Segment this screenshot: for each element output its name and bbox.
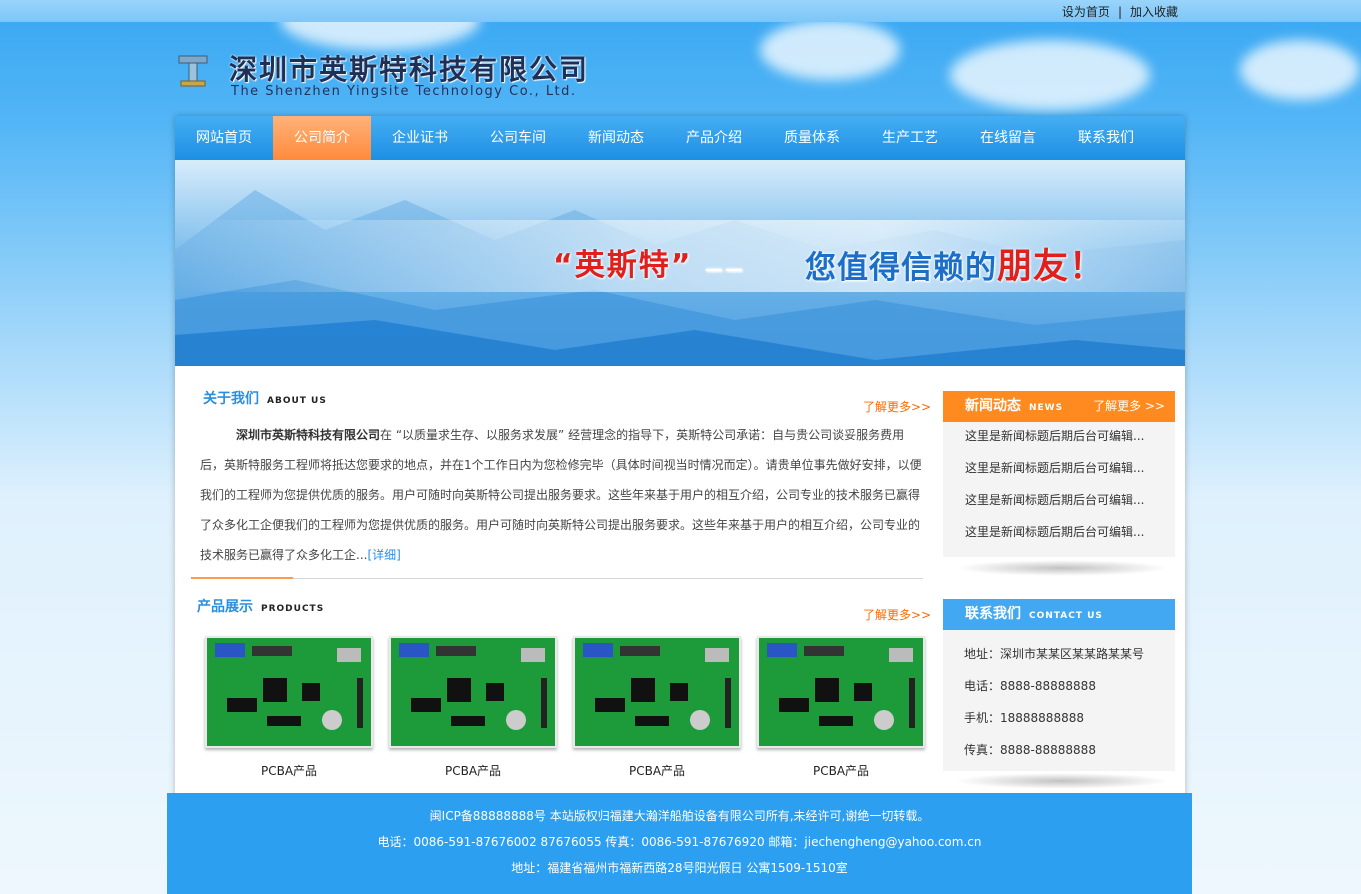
contact-list: 地址：深圳市某某区某某路某某号 电话：8888-88888888 手机：1888… (943, 630, 1175, 766)
nav-item-about[interactable]: 公司简介 (273, 116, 371, 160)
pcb-board-icon (399, 643, 547, 730)
panel-shadow (955, 560, 1169, 576)
news-title-cn: 新闻动态 (965, 398, 1021, 414)
about-text: 深圳市英斯特科技有限公司在 “以质量求生存、以服务求发展” 经营理念的指导下，英… (200, 420, 922, 570)
company-name-en: The Shenzhen Yingsite Technology Co., Lt… (231, 84, 577, 99)
about-more-link[interactable]: 了解更多>> (863, 398, 931, 415)
news-item[interactable]: 这里是新闻标题后期后台可编辑... (965, 454, 1175, 486)
main-container: 网站首页 公司简介 企业证书 公司车间 新闻动态 产品介绍 质量体系 生产工艺 … (175, 116, 1185, 796)
product-card[interactable]: PCBA产品 (197, 636, 381, 779)
about-title-cn: 关于我们 (203, 391, 259, 407)
about-company-name: 深圳市英斯特科技有限公司 (236, 428, 381, 442)
pcb-board-icon (583, 643, 731, 730)
news-title-en: NEWS (1029, 403, 1064, 413)
product-card[interactable]: PCBA产品 (565, 636, 749, 779)
products-more-link[interactable]: 了解更多>> (863, 606, 931, 623)
nav-item-news[interactable]: 新闻动态 (567, 116, 665, 160)
section-divider-accent (191, 577, 293, 579)
main-nav: 网站首页 公司简介 企业证书 公司车间 新闻动态 产品介绍 质量体系 生产工艺 … (175, 116, 1185, 160)
nav-item-workshop[interactable]: 公司车间 (469, 116, 567, 160)
contact-title-cn: 联系我们 (965, 606, 1021, 622)
nav-item-certificates[interactable]: 企业证书 (371, 116, 469, 160)
slogan-brand-text: “英斯特” (553, 248, 693, 283)
footer-address: 地址：福建省福州市福新西路28号阳光假日 公寓1509-1510室 (511, 861, 848, 875)
contact-phone: 电话：8888-88888888 (964, 679, 1096, 693)
banner-slogan-trust: 您值得信赖的朋友！ (805, 238, 1105, 289)
logo-icon (178, 55, 208, 87)
top-links: 设为首页 | 加入收藏 (1062, 3, 1178, 20)
product-image (389, 636, 557, 748)
nav-item-contact[interactable]: 联系我们 (1057, 116, 1155, 160)
nav-item-quality[interactable]: 质量体系 (763, 116, 861, 160)
product-image (757, 636, 925, 748)
set-home-link[interactable]: 设为首页 (1062, 5, 1110, 19)
section-divider (191, 578, 923, 579)
footer-contact: 电话：0086-591-87676002 87676055 传真：0086-59… (377, 835, 982, 849)
hero-banner: “英斯特” —— 您值得信赖的朋友！ (175, 160, 1185, 366)
pcb-board-icon (215, 643, 363, 730)
slogan-friend-text: 朋友！ (997, 247, 1106, 287)
nav-item-process[interactable]: 生产工艺 (861, 116, 959, 160)
about-detail-link[interactable]: [详细] (367, 548, 400, 562)
nav-item-products[interactable]: 产品介绍 (665, 116, 763, 160)
products-title-cn: 产品展示 (197, 599, 253, 615)
news-more-link[interactable]: 了解更多 >> (1093, 391, 1165, 422)
product-label[interactable]: PCBA产品 (381, 762, 565, 779)
product-label[interactable]: PCBA产品 (749, 762, 933, 779)
news-header: 新闻动态 NEWS 了解更多 >> (943, 391, 1175, 422)
panel-shadow (955, 773, 1169, 789)
banner-slogan-brand: “英斯特” —— (553, 240, 745, 284)
news-item[interactable]: 这里是新闻标题后期后台可编辑... (965, 486, 1175, 518)
news-item[interactable]: 这里是新闻标题后期后台可编辑... (965, 422, 1175, 454)
contact-panel: 联系我们 CONTACT US 地址：深圳市某某区某某路某某号 电话：8888-8… (943, 599, 1175, 771)
product-image (573, 636, 741, 748)
product-label[interactable]: PCBA产品 (565, 762, 749, 779)
news-list: 这里是新闻标题后期后台可编辑... 这里是新闻标题后期后台可编辑... 这里是新… (943, 422, 1175, 550)
footer-copyright: 闽ICP备88888888号 本站版权归福建大瀚洋船舶设备有限公司所有,未经许可… (429, 809, 930, 823)
news-item[interactable]: 这里是新闻标题后期后台可编辑... (965, 518, 1175, 550)
contact-mobile: 手机：18888888888 (964, 711, 1084, 725)
link-separator: | (1117, 5, 1122, 19)
add-favorite-link[interactable]: 加入收藏 (1130, 5, 1178, 19)
contact-address: 地址：深圳市某某区某某路某某号 (964, 647, 1145, 661)
about-body: 在 “以质量求生存、以服务求发展” 经营理念的指导下，英斯特公司承诺：自与贵公司… (200, 428, 922, 562)
products-title-en: PRODUCTS (261, 604, 325, 614)
contact-fax: 传真：8888-88888888 (964, 743, 1096, 757)
cloud (760, 20, 900, 80)
nav-item-home[interactable]: 网站首页 (175, 116, 273, 160)
product-label[interactable]: PCBA产品 (197, 762, 381, 779)
pcb-board-icon (767, 643, 915, 730)
about-title-en: ABOUT US (267, 396, 327, 406)
product-card[interactable]: PCBA产品 (749, 636, 933, 779)
about-title: 关于我们 ABOUT US (203, 388, 327, 408)
product-card[interactable]: PCBA产品 (381, 636, 565, 779)
company-name-cn: 深圳市英斯特科技有限公司 (229, 53, 590, 86)
news-panel: 新闻动态 NEWS 了解更多 >> 这里是新闻标题后期后台可编辑... 这里是新闻… (943, 391, 1175, 557)
cloud (950, 40, 1150, 110)
nav-item-message[interactable]: 在线留言 (959, 116, 1057, 160)
slogan-dash: —— (704, 259, 745, 280)
contact-header: 联系我们 CONTACT US (943, 599, 1175, 630)
product-image (205, 636, 373, 748)
contact-title-en: CONTACT US (1029, 611, 1103, 621)
cloud (1240, 40, 1360, 100)
products-title: 产品展示 PRODUCTS (197, 596, 324, 616)
footer: 闽ICP备88888888号 本站版权归福建大瀚洋船舶设备有限公司所有,未经许可… (167, 793, 1192, 894)
top-bar: 设为首页 | 加入收藏 (0, 0, 1361, 22)
slogan-trust-text: 您值得信赖的 (805, 250, 997, 286)
product-grid: PCBA产品 PCBA产品 PCBA产品 PCBA产品 (197, 636, 933, 779)
